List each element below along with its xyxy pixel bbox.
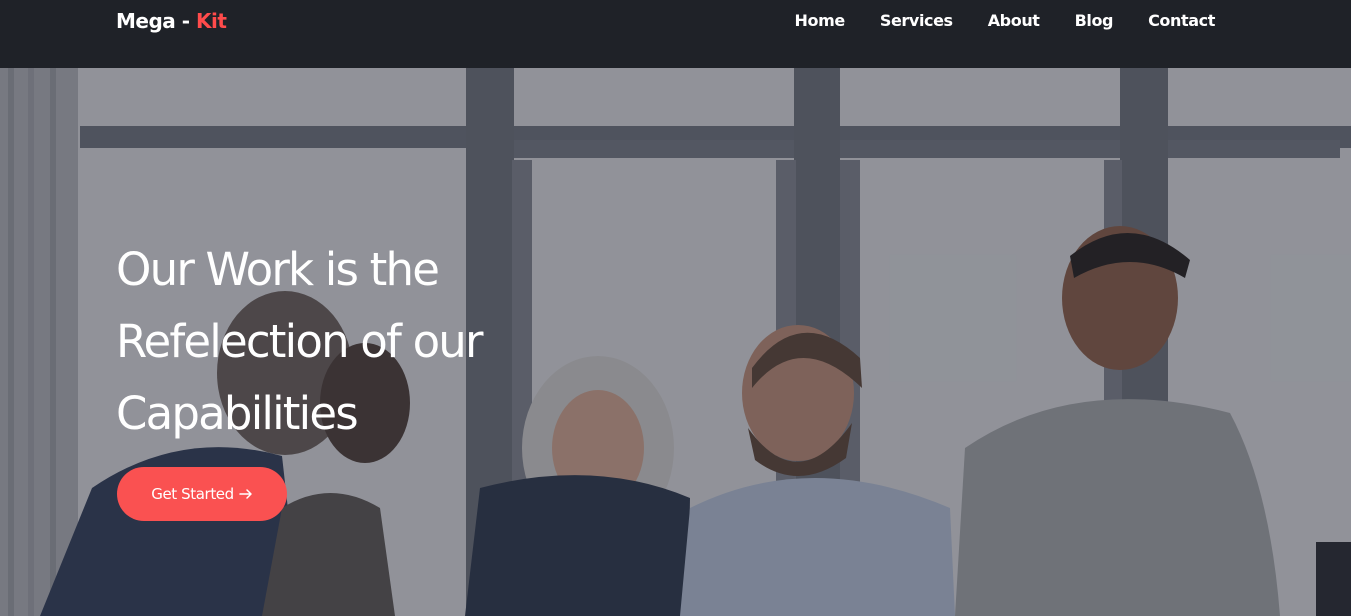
hero-title-line-2: Refelection of our xyxy=(116,315,484,368)
arrow-right-icon xyxy=(239,488,253,500)
hero-title-line-3: Capabilities xyxy=(116,387,359,440)
nav-link-services[interactable]: Services xyxy=(880,11,953,30)
hero-section: Our Work is the Refelection of our Capab… xyxy=(0,68,1351,616)
main-nav: Home Services About Blog Contact xyxy=(795,11,1216,30)
nav-link-contact[interactable]: Contact xyxy=(1148,11,1215,30)
hero-title-line-1: Our Work is the xyxy=(116,243,440,296)
nav-link-blog[interactable]: Blog xyxy=(1075,11,1114,30)
brand-logo[interactable]: Mega - Kit xyxy=(116,9,227,33)
nav-link-home[interactable]: Home xyxy=(795,11,846,30)
nav-link-about[interactable]: About xyxy=(988,11,1040,30)
hero-title: Our Work is the Refelection of our Capab… xyxy=(116,234,616,450)
brand-name: Mega - xyxy=(116,9,197,33)
get-started-label: Get Started xyxy=(151,485,234,503)
get-started-button[interactable]: Get Started xyxy=(117,467,287,521)
top-navbar: Mega - Kit Home Services About Blog Cont… xyxy=(0,0,1351,68)
brand-accent: Kit xyxy=(196,9,227,33)
